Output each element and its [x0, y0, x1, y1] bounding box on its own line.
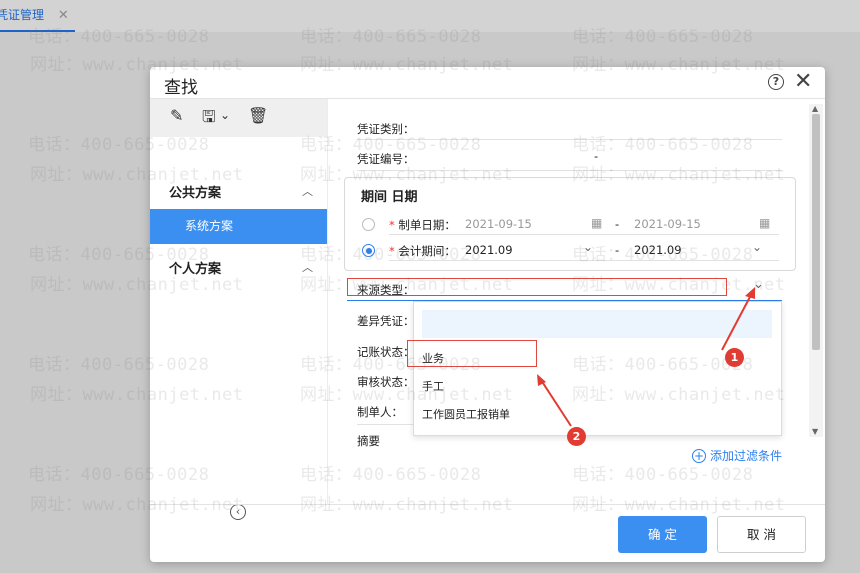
audit-status-label: 审核状态： [357, 375, 415, 389]
voucher-no-field[interactable] [357, 170, 782, 171]
scheme-panel: ✎ 🖫 ⌄ 🗑 公共方案 ︿ 系统方案 个人方案 ︿ ‹ [150, 99, 328, 520]
calendar-icon[interactable]: ▦ [759, 216, 770, 230]
date-label: * 制单日期： [389, 218, 456, 232]
sidebar-item-system-scheme[interactable]: 系统方案 [150, 209, 327, 244]
period-date-group: 期间 日期 * 制单日期： 2021-09-15 ▦ - 2021-09-15 … [344, 177, 796, 271]
date-from-input[interactable]: 2021-09-15 [465, 217, 532, 231]
calendar-icon[interactable]: ▦ [591, 216, 602, 230]
collapse-panel-icon[interactable]: ‹ [230, 504, 246, 520]
annotation-badge-2: 2 [567, 427, 586, 446]
find-dialog: 查找 ? ✕ ✎ 🖫 ⌄ 🗑 公共方案 ︿ 系统方案 个人方案 ︿ ‹ 凭证类别… [150, 67, 825, 562]
tab-bar: 凭证管理 ✕ [0, 0, 860, 32]
period-underline [389, 260, 779, 261]
edit-icon[interactable]: ✎ [170, 106, 183, 125]
summary-label: 摘要 [357, 434, 380, 448]
dropdown-option-empty[interactable] [422, 310, 772, 338]
scrollbar[interactable]: ▲ ▼ [809, 104, 823, 437]
annotation-badge-1: 1 [725, 348, 744, 367]
ok-button[interactable]: 确 定 [618, 516, 707, 553]
date-radio[interactable] [362, 218, 375, 231]
dropdown-option-manual[interactable]: 手工 [422, 378, 444, 394]
footer-divider [150, 504, 825, 505]
diff-voucher-label: 差异凭证： [357, 314, 415, 328]
private-scheme-heading[interactable]: 个人方案 [169, 258, 221, 277]
period-range-dash: - [615, 243, 620, 257]
tab-label: 凭证管理 [0, 8, 45, 22]
scheme-toolbar: ✎ 🖫 ⌄ 🗑 [150, 99, 327, 137]
voucher-no-dash: - [594, 149, 599, 163]
chevron-up-icon[interactable]: ︿ [302, 259, 313, 275]
public-scheme-heading[interactable]: 公共方案 [169, 182, 221, 201]
scroll-up-icon[interactable]: ▲ [812, 104, 818, 113]
delete-icon[interactable]: 🗑 [248, 106, 268, 125]
save-dropdown-icon[interactable]: ⌄ [220, 108, 230, 122]
period-from-select[interactable]: 2021.09 [465, 243, 513, 257]
help-icon[interactable]: ? [768, 74, 784, 90]
period-label: * 会计期间： [389, 244, 456, 258]
add-filter-button[interactable]: + 添加过滤条件 [692, 447, 782, 464]
period-to-select[interactable]: 2021.09 [634, 243, 682, 257]
post-status-label: 记账状态： [357, 345, 415, 359]
dropdown-option-expense[interactable]: 工作圆员工报销单 [422, 406, 510, 422]
scrollbar-thumb[interactable] [812, 114, 820, 350]
cancel-button[interactable]: 取 消 [717, 516, 806, 553]
voucher-no-label: 凭证编号： [357, 152, 415, 166]
date-underline [389, 234, 779, 235]
add-filter-label: 添加过滤条件 [710, 449, 783, 463]
chevron-down-icon[interactable]: ⌄ [583, 240, 593, 254]
source-type-chevron-down-icon[interactable]: ⌄ [753, 277, 764, 292]
source-type-dropdown: 业务 手工 工作圆员工报销单 [413, 301, 782, 436]
date-to-input[interactable]: 2021-09-15 [634, 217, 701, 231]
source-type-label: 来源类型： [357, 283, 415, 297]
option-highlight-box [407, 340, 537, 367]
tab-voucher-management[interactable]: 凭证管理 ✕ [0, 0, 75, 32]
voucher-type-field[interactable] [357, 139, 782, 140]
chevron-down-icon[interactable]: ⌄ [752, 240, 762, 254]
maker-label: 制单人： [357, 405, 403, 419]
scroll-down-icon[interactable]: ▼ [812, 427, 818, 436]
sidebar-item-label: 系统方案 [185, 219, 234, 233]
save-icon[interactable]: 🖫 [202, 106, 216, 133]
dialog-title: 查找 [164, 78, 198, 98]
date-range-dash: - [615, 217, 620, 231]
close-icon[interactable]: ✕ [794, 69, 812, 94]
plus-icon: + [692, 449, 706, 463]
period-date-title: 期间 日期 [361, 190, 418, 205]
tab-close-icon[interactable]: ✕ [58, 1, 69, 31]
chevron-up-icon[interactable]: ︿ [302, 183, 313, 199]
period-radio[interactable] [362, 244, 375, 257]
voucher-type-label: 凭证类别： [357, 122, 415, 136]
